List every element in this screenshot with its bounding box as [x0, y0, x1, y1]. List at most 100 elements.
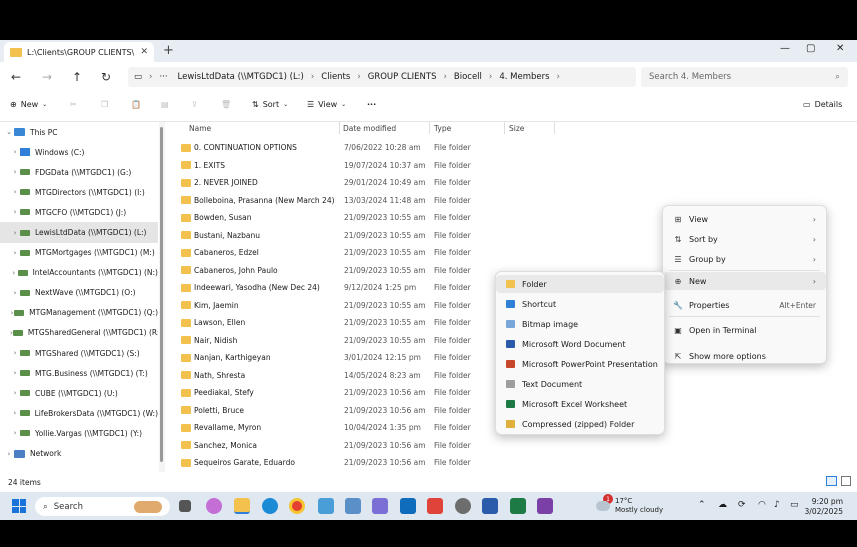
word-icon[interactable]	[482, 498, 498, 514]
new-menu-item-folder[interactable]: Folder	[496, 275, 664, 293]
sidebar-item-drive[interactable]: › MTGSharedGeneral (\\MTGDC1) (R:)	[0, 323, 158, 343]
details-button[interactable]: ▭ Details	[803, 100, 842, 109]
breadcrumb-item[interactable]: Clients	[316, 72, 355, 82]
sidebar-item-this-pc[interactable]: ⌄ This PC	[0, 122, 158, 142]
new-menu-item-compressed-zipped-folder[interactable]: Compressed (zipped) Folder	[496, 415, 664, 433]
breadcrumb-item[interactable]: 4. Members	[494, 72, 554, 82]
sidebar-item-drive[interactable]: › IntelAccountants (\\MTGDC1) (N:)	[0, 263, 158, 283]
share-icon[interactable]: ⇪	[191, 100, 198, 109]
new-tab-button[interactable]: +	[163, 43, 174, 58]
sidebar-item-drive[interactable]: › MTGDirectors (\\MTGDC1) (I:)	[0, 182, 158, 202]
sidebar-scrollbar[interactable]	[159, 122, 165, 472]
sidebar-item-drive[interactable]: › Windows (C:)	[0, 142, 158, 162]
tiles-view-icon[interactable]	[841, 476, 851, 486]
column-header-size[interactable]: Size	[509, 124, 524, 133]
table-row[interactable]: Cabaneros, Edzel 21/09/2023 10:55 am File …	[170, 244, 670, 262]
anydesk-icon[interactable]	[427, 498, 443, 514]
chevron-down-icon[interactable]: ⌄	[4, 128, 14, 136]
weather-widget[interactable]: 17°C Mostly cloudy	[596, 497, 663, 515]
table-row[interactable]: 1. EXITS 19/07/2024 10:37 am File folder	[170, 157, 670, 175]
sidebar-item-drive[interactable]: › MTG.Business (\\MTGDC1) (T:)	[0, 363, 158, 383]
chevron-right-icon[interactable]: ›	[10, 369, 20, 377]
photos-icon[interactable]	[318, 498, 334, 514]
sidebar-item-drive[interactable]: › MTGCFO (\\MTGDC1) (J:)	[0, 202, 158, 222]
snipping-tool-icon[interactable]	[372, 498, 388, 514]
column-divider[interactable]	[429, 122, 430, 134]
sidebar-item-drive[interactable]: › MTGManagement (\\MTGDC1) (Q:)	[0, 303, 158, 323]
context-menu-item-open-in-terminal[interactable]: ▣ Open in Terminal	[663, 321, 826, 339]
clock[interactable]: 9:20 pm 3/02/2025	[805, 497, 843, 517]
battery-icon[interactable]: ▭	[790, 500, 799, 510]
table-row[interactable]: 2. NEVER JOINED 29/01/2024 10:49 am File f…	[170, 174, 670, 192]
chevron-right-icon[interactable]: ›	[10, 148, 20, 156]
onenote-icon[interactable]	[537, 498, 553, 514]
table-row[interactable]: Sequeiros Garate, Eduardo 21/09/2023 10:5…	[170, 454, 670, 472]
outlook-icon[interactable]	[400, 498, 416, 514]
chevron-right-icon[interactable]: ›	[10, 229, 20, 237]
up-button[interactable]: ↑	[72, 70, 82, 84]
sidebar-item-drive[interactable]: › NextWave (\\MTGDC1) (O:)	[0, 283, 158, 303]
notepad-icon[interactable]	[345, 498, 361, 514]
column-header-name[interactable]: Name	[189, 124, 211, 133]
pc-icon[interactable]: ▭	[128, 72, 147, 82]
chevron-right-icon[interactable]: ›	[10, 289, 20, 297]
excel-icon[interactable]	[510, 498, 526, 514]
maximize-button[interactable]: ▢	[806, 43, 815, 54]
chevron-right-icon[interactable]: ›	[10, 168, 20, 176]
table-row[interactable]: Bowden, Susan 21/09/2023 10:55 am File fol…	[170, 209, 670, 227]
context-menu-item-sort-by[interactable]: ⇅ Sort by ›	[663, 230, 826, 248]
new-menu-item-text-document[interactable]: Text Document	[496, 375, 664, 393]
breadcrumb-item[interactable]: Biocell	[449, 72, 487, 82]
new-menu-item-microsoft-powerpoint-presentation[interactable]: Microsoft PowerPoint Presentation	[496, 355, 664, 373]
chrome-icon[interactable]	[289, 498, 305, 514]
breadcrumb-more[interactable]: ···	[154, 72, 172, 82]
new-button[interactable]: ⊕ New ⌄	[10, 100, 47, 109]
copilot-icon[interactable]	[206, 498, 222, 514]
context-menu-item-view[interactable]: ⊞ View ›	[663, 210, 826, 228]
sync-icon[interactable]: ⟳	[738, 500, 746, 510]
context-menu-item-new[interactable]: ⊕ New ›	[663, 272, 826, 290]
chevron-right-icon[interactable]: ›	[10, 269, 18, 277]
sidebar-item-drive[interactable]: › Yollie.Vargas (\\MTGDC1) (Y:)	[0, 423, 158, 443]
column-divider[interactable]	[554, 122, 555, 134]
chevron-right-icon[interactable]: ›	[10, 409, 20, 417]
sidebar-item-drive[interactable]: › LifeBrokersData (\\MTGDC1) (W:)	[0, 403, 158, 423]
wifi-icon[interactable]: ◠	[758, 500, 766, 510]
view-button[interactable]: ☰ View ⌄	[307, 100, 346, 109]
context-menu-item-show-more-options[interactable]: ⇱ Show more options	[663, 347, 826, 365]
table-row[interactable]: Bustani, Nazbanu 21/09/2023 10:55 am File …	[170, 227, 670, 245]
onedrive-icon[interactable]: ☁	[718, 500, 727, 510]
sidebar-item-network[interactable]: › Network	[0, 444, 158, 464]
settings-gear-icon[interactable]	[455, 498, 471, 514]
column-divider[interactable]	[504, 122, 505, 134]
sidebar-item-drive[interactable]: › CUBE (\\MTGDC1) (U:)	[0, 383, 158, 403]
column-divider[interactable]	[339, 122, 340, 134]
start-icon[interactable]	[12, 499, 26, 513]
delete-icon[interactable]: 🗑	[221, 100, 231, 109]
cut-icon[interactable]: ✂	[70, 100, 77, 109]
table-row[interactable]: 0. CONTINUATION OPTIONS 7/06/2022 10:28 a…	[170, 139, 670, 157]
table-row[interactable]: Sanchez, Monica 21/09/2023 10:56 am File f…	[170, 437, 670, 455]
sort-button[interactable]: ⇅ Sort ⌄	[252, 100, 288, 109]
new-menu-item-microsoft-excel-worksheet[interactable]: Microsoft Excel Worksheet	[496, 395, 664, 413]
context-menu-item-properties[interactable]: 🔧 Properties Alt+Enter	[663, 296, 826, 314]
scrollbar-thumb[interactable]	[160, 127, 163, 462]
chevron-up-icon[interactable]: ⌃	[698, 500, 706, 510]
edge-icon[interactable]	[262, 498, 278, 514]
minimize-button[interactable]: —	[780, 43, 790, 54]
chevron-right-icon[interactable]: ›	[10, 349, 20, 357]
tab-close-icon[interactable]: ✕	[140, 47, 148, 57]
taskbar-search[interactable]: ⌕ Search	[35, 497, 170, 516]
breadcrumb-item[interactable]: GROUP CLIENTS	[363, 72, 442, 82]
chevron-right-icon[interactable]: ›	[10, 249, 20, 257]
new-menu-item-microsoft-word-document[interactable]: Microsoft Word Document	[496, 335, 664, 353]
tab-current-folder[interactable]: L:\Clients\GROUP CLIENTS\Bic ✕	[4, 42, 154, 62]
paste-icon[interactable]: 📋	[131, 100, 141, 109]
context-menu-item-group-by[interactable]: ☰ Group by ›	[663, 250, 826, 268]
copy-icon[interactable]: ❐	[101, 100, 108, 109]
task-view-icon[interactable]	[179, 500, 191, 512]
breadcrumb-item[interactable]: LewisLtdData (\\MTGDC1) (L:)	[173, 72, 309, 82]
forward-button[interactable]: →	[42, 70, 52, 84]
chevron-right-icon[interactable]: ›	[10, 188, 20, 196]
file-explorer-icon[interactable]	[234, 498, 250, 514]
